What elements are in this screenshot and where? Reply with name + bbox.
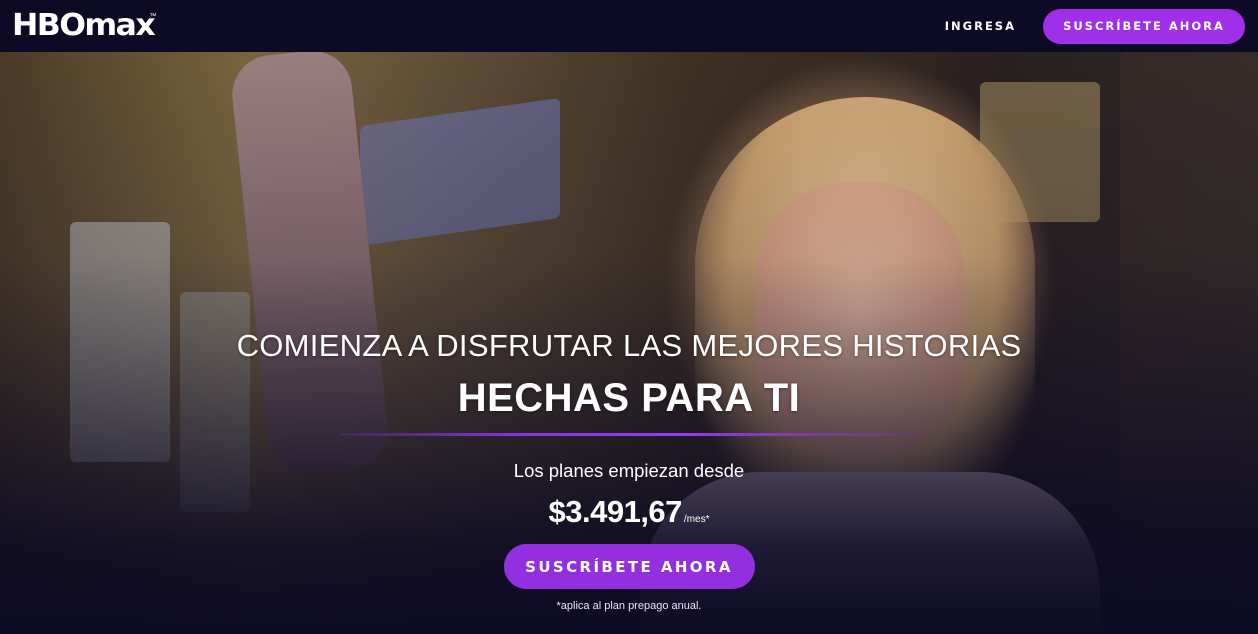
top-navigation-bar: HBOmax ™ INGRESA SUSCRÍBETE AHORA <box>0 0 1258 52</box>
hero-subheadline: HECHAS PARA TI <box>457 376 801 420</box>
price-display: $3.491,67 /mes* <box>549 494 710 530</box>
logo-wordmark: HBOmax <box>12 8 156 43</box>
header-actions: INGRESA SUSCRÍBETE AHORA <box>945 8 1245 44</box>
plans-intro-text: Los planes empiezan desde <box>513 460 745 481</box>
hero-subscribe-button[interactable]: SUSCRÍBETE AHORA <box>503 544 755 589</box>
signin-link[interactable]: INGRESA <box>945 19 1016 33</box>
purple-divider <box>340 433 918 436</box>
header-subscribe-button[interactable]: SUSCRÍBETE AHORA <box>1043 8 1245 44</box>
price-amount: $3.491,67 <box>548 494 683 529</box>
hero-headline: COMIENZA A DISFRUTAR LAS MEJORES HISTORI… <box>236 328 1022 363</box>
hero-content: COMIENZA A DISFRUTAR LAS MEJORES HISTORI… <box>0 52 1258 634</box>
price-period: /mes* <box>683 514 710 525</box>
price-footnote: *aplica al plan prepago anual. <box>556 600 702 612</box>
hbo-max-logo[interactable]: HBOmax ™ <box>12 8 156 43</box>
